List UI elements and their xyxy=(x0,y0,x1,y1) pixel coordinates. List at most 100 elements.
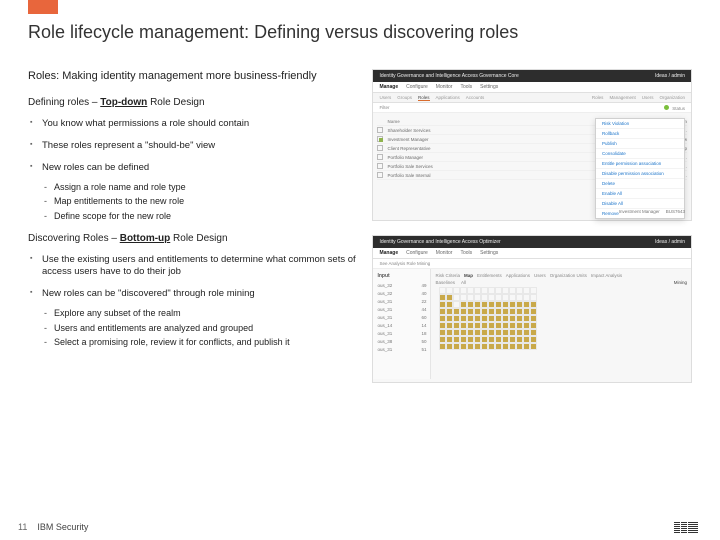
sub-item: Select a promising role, review it for c… xyxy=(42,336,360,349)
grid-tab[interactable]: Organization Units xyxy=(550,273,587,278)
grid-tab[interactable]: Risk Criteria xyxy=(435,273,460,278)
discovering-suffix: Role Design xyxy=(170,233,227,244)
menu-item[interactable]: Consolidate xyxy=(596,149,684,159)
subtab[interactable]: Users xyxy=(379,95,391,100)
matrix-cell xyxy=(474,329,481,336)
tab[interactable]: Manage xyxy=(379,250,398,256)
status-dot-icon xyxy=(664,105,669,110)
subtab[interactable]: Management xyxy=(609,95,635,100)
list-item[interactable]: ous_31 44 xyxy=(377,305,426,313)
matrix-cell xyxy=(495,315,502,322)
control[interactable]: Mining xyxy=(674,280,687,285)
menu-item[interactable]: Disable All xyxy=(596,199,684,209)
matrix-cell xyxy=(530,308,537,315)
checkbox-icon[interactable] xyxy=(377,136,383,142)
discovering-sub: Explore any subset of the realm Users an… xyxy=(42,307,360,349)
matrix-cell xyxy=(502,343,509,350)
page-title: Role lifecycle management: Defining vers… xyxy=(28,0,692,43)
list-item[interactable]: ous_31 18 xyxy=(377,329,426,337)
checkbox-icon[interactable] xyxy=(377,145,383,151)
matrix-cell xyxy=(488,315,495,322)
matrix-cell xyxy=(453,301,460,308)
matrix-cell xyxy=(481,287,488,294)
bullet-text: New roles can be "discovered" through ro… xyxy=(42,288,255,299)
matrix-cell xyxy=(495,294,502,301)
filter-label[interactable]: Filter xyxy=(379,105,389,110)
grid-tab[interactable]: Map xyxy=(464,273,473,278)
matrix-cell xyxy=(453,336,460,343)
list-item[interactable]: ous_31 22 xyxy=(377,297,426,305)
matrix-cell xyxy=(474,315,481,322)
list-item[interactable]: ous_14 14 xyxy=(377,321,426,329)
matrix-cell xyxy=(523,308,530,315)
list-item[interactable]: ous_32 40 xyxy=(377,289,426,297)
matrix-cell xyxy=(509,343,516,350)
tab[interactable]: Settings xyxy=(480,84,498,90)
menu-item[interactable]: Rollback xyxy=(596,129,684,139)
grid-tab[interactable]: Applications xyxy=(506,273,530,278)
matrix-cell xyxy=(460,336,467,343)
matrix-cell xyxy=(446,308,453,315)
matrix-cell xyxy=(502,301,509,308)
app-title: Identity Governance and Intelligence Acc… xyxy=(379,73,518,79)
control[interactable]: Baselines xyxy=(435,280,455,285)
tab[interactable]: Monitor xyxy=(436,84,453,90)
matrix-cell xyxy=(516,294,523,301)
tab[interactable]: Configure xyxy=(406,250,428,256)
matrix-cell xyxy=(439,287,446,294)
grid-tab[interactable]: Impact Analysis xyxy=(591,273,622,278)
matrix-cell xyxy=(474,336,481,343)
subtab[interactable]: Organization xyxy=(659,95,685,100)
checkbox-icon[interactable] xyxy=(377,154,383,160)
list-item[interactable]: ous_38 50 xyxy=(377,337,426,345)
menu-item[interactable]: Publish xyxy=(596,139,684,149)
matrix-cell xyxy=(502,336,509,343)
menu-item[interactable]: Entitle permission association xyxy=(596,159,684,169)
tab[interactable]: Tools xyxy=(460,250,472,256)
tab[interactable]: Manage xyxy=(379,84,398,90)
menu-item[interactable]: Risk Violation xyxy=(596,119,684,129)
matrix-cell xyxy=(446,336,453,343)
matrix-cell xyxy=(481,343,488,350)
tab[interactable]: Tools xyxy=(460,84,472,90)
checkbox-icon[interactable] xyxy=(377,127,383,133)
subtab[interactable]: Roles xyxy=(418,95,430,101)
control[interactable]: All xyxy=(461,280,466,285)
menu-item[interactable]: Disable permission association xyxy=(596,169,684,179)
subtab[interactable]: Roles xyxy=(592,95,604,100)
matrix-cell xyxy=(509,294,516,301)
tab[interactable]: Configure xyxy=(406,84,428,90)
matrix-cell xyxy=(502,322,509,329)
tab[interactable]: Settings xyxy=(480,250,498,256)
sub-item: Define scope for the new role xyxy=(42,210,360,223)
checkbox-icon[interactable] xyxy=(377,172,383,178)
list-item[interactable]: ous_31 60 xyxy=(377,313,426,321)
heatmap[interactable] xyxy=(439,287,687,350)
matrix-cell xyxy=(509,336,516,343)
matrix-cell xyxy=(509,315,516,322)
subtab[interactable]: Accounts xyxy=(466,95,485,100)
checkbox-icon[interactable] xyxy=(377,163,383,169)
tab[interactable]: Monitor xyxy=(436,250,453,256)
subtab[interactable]: Applications xyxy=(436,95,460,100)
menu-item[interactable]: Delete xyxy=(596,179,684,189)
matrix-cell xyxy=(460,343,467,350)
subtab[interactable]: Users xyxy=(642,95,654,100)
sub-item: Map entitlements to the new role xyxy=(42,195,360,208)
grid-tab[interactable]: Entitlements xyxy=(477,273,502,278)
matrix-row xyxy=(439,343,687,350)
app-title: Identity Governance and Intelligence Acc… xyxy=(379,239,500,245)
grid-tab[interactable]: Users xyxy=(534,273,546,278)
subtab[interactable]: Groups xyxy=(397,95,412,100)
app-user: Ideas / admin xyxy=(655,239,685,245)
matrix-cell xyxy=(460,315,467,322)
list-item[interactable]: ous_32 49 xyxy=(377,281,426,289)
filter-bar: Filter Status xyxy=(373,103,691,113)
matrix-cell xyxy=(481,308,488,315)
content-row: Roles: Making identity management more b… xyxy=(28,69,692,397)
slide: Role lifecycle management: Defining vers… xyxy=(0,0,720,540)
list-item[interactable]: ous_31 51 xyxy=(377,345,426,353)
matrix-cell xyxy=(495,329,502,336)
menu-item[interactable]: Enable All xyxy=(596,189,684,199)
matrix-cell xyxy=(467,322,474,329)
